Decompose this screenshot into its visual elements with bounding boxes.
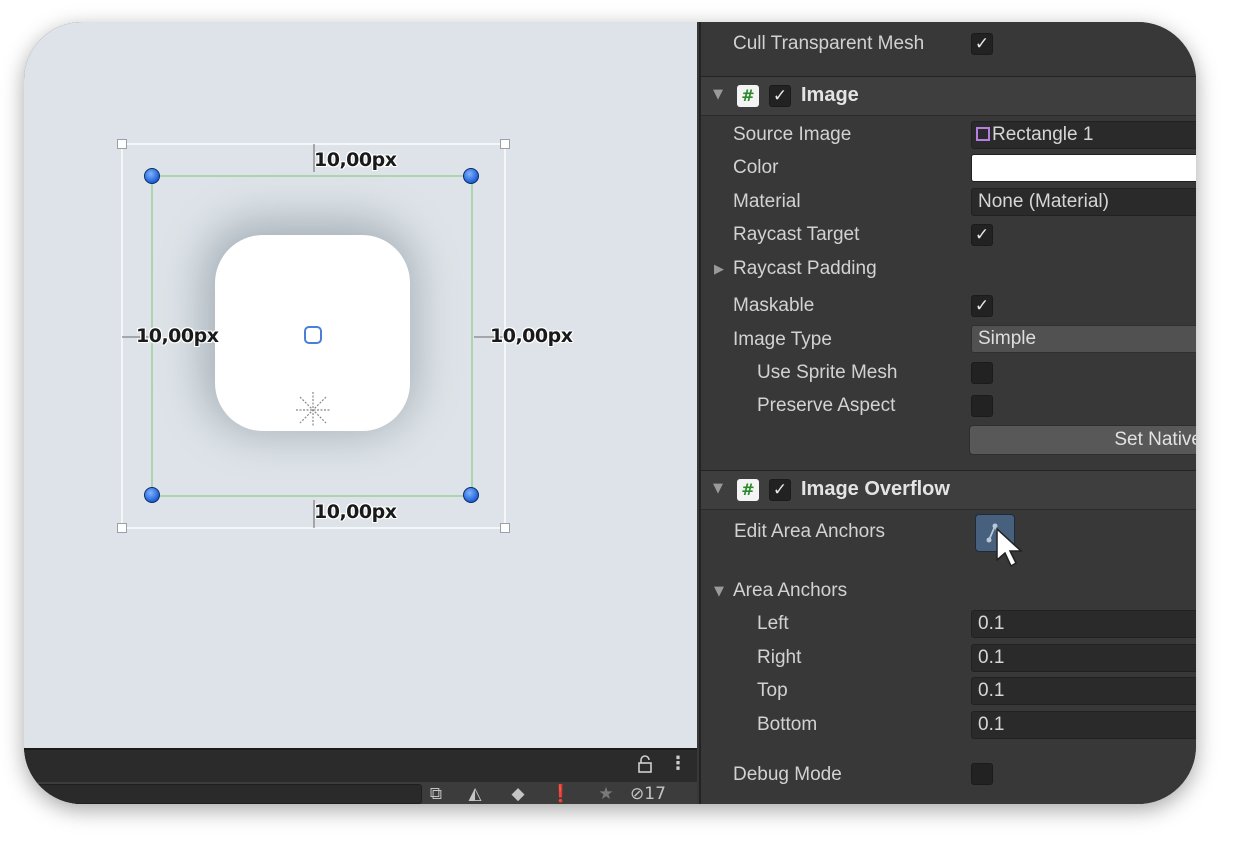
color-label: Color	[733, 157, 779, 178]
source-image-field[interactable]: Rectangle 1	[971, 121, 1196, 149]
script-icon: #	[737, 479, 759, 501]
area-anchor-right-field[interactable]: 0.1	[971, 644, 1196, 672]
use-sprite-mesh-label: Use Sprite Mesh	[757, 362, 898, 383]
area-anchors-label[interactable]: Area Anchors	[733, 580, 847, 602]
kebab-menu-icon[interactable]: ⋮	[669, 754, 687, 776]
search-input[interactable]	[24, 784, 422, 804]
color-swatch[interactable]	[971, 154, 1196, 182]
image-component-header[interactable]: ▼ # ✓ Image	[701, 76, 1196, 116]
maskable-label: Maskable	[733, 295, 815, 316]
foldout-expanded-icon[interactable]: ▼	[713, 87, 723, 102]
material-label: Material	[733, 191, 801, 212]
filter-by-type-icon[interactable]: ◭	[462, 784, 488, 804]
corner-handle-bottom-right[interactable]	[500, 523, 510, 533]
panel-header: ⋮	[24, 748, 697, 782]
lock-icon[interactable]	[638, 755, 652, 773]
debug-mode-label: Debug Mode	[733, 764, 842, 785]
image-overflow-component-header[interactable]: ▼ # ✓ Image Overflow	[701, 470, 1196, 510]
mouse-cursor-icon	[996, 527, 1023, 568]
left-offset-label: 10,00px	[136, 325, 219, 347]
area-anchor-bottom-label: Bottom	[757, 714, 818, 735]
open-external-icon[interactable]: ⧉	[423, 784, 449, 804]
scene-gizmo-lines	[121, 143, 506, 529]
foldout-collapsed-icon[interactable]: ▶	[714, 262, 724, 277]
set-native-size-button[interactable]: Set Native	[969, 425, 1196, 455]
raycast-padding-label[interactable]: Raycast Padding	[733, 258, 877, 280]
log-warning-icon[interactable]: ❗	[548, 784, 574, 804]
corner-handle-top-left[interactable]	[117, 139, 127, 149]
edit-area-anchors-label: Edit Area Anchors	[734, 521, 886, 542]
project-panel-bar: ⋮ ⧉ ◭ ◆ ❗ ★ ⊘17	[24, 748, 697, 804]
anchor-handle-bottom-right[interactable]	[463, 487, 479, 503]
bottom-offset-label: 10,00px	[314, 501, 397, 523]
source-image-label: Source Image	[733, 124, 852, 145]
script-icon: #	[737, 85, 759, 107]
debug-mode-checkbox[interactable]	[971, 763, 993, 785]
image-component-title: Image	[801, 84, 859, 106]
filter-by-label-icon[interactable]: ◆	[505, 784, 531, 804]
preserve-aspect-label: Preserve Aspect	[757, 395, 896, 416]
foldout-expanded-icon[interactable]: ▼	[713, 481, 723, 496]
anchor-handle-bottom-left[interactable]	[144, 487, 160, 503]
right-offset-label: 10,00px	[490, 325, 573, 347]
area-anchor-left-field[interactable]: 0.1	[971, 610, 1196, 638]
hidden-packages-toggle[interactable]: ⊘17	[630, 784, 690, 804]
area-anchor-top-label: Top	[757, 680, 788, 701]
image-enabled-checkbox[interactable]: ✓	[769, 85, 791, 107]
material-field[interactable]: None (Material)	[971, 188, 1196, 216]
cull-transparent-mesh-label: Cull Transparent Mesh	[733, 33, 925, 54]
inspector-panel: Cull Transparent Mesh ✓ ▼ # ✓ Image Sour…	[699, 22, 1196, 804]
top-offset-label: 10,00px	[314, 149, 397, 171]
image-overflow-component-title: Image Overflow	[801, 478, 950, 500]
raycast-target-label: Raycast Target	[733, 224, 860, 245]
image-type-dropdown[interactable]: Simple	[971, 325, 1196, 353]
cull-transparent-mesh-checkbox[interactable]: ✓	[971, 33, 993, 55]
foldout-expanded-icon[interactable]: ▼	[714, 584, 724, 599]
area-anchor-left-label: Left	[757, 613, 789, 634]
hidden-count: 17	[644, 784, 666, 804]
anchor-handle-top-left[interactable]	[144, 168, 160, 184]
anchor-handle-top-right[interactable]	[463, 168, 479, 184]
area-anchor-right-label: Right	[757, 647, 802, 668]
corner-handle-top-right[interactable]	[500, 139, 510, 149]
editor-window: 10,00px 10,00px 10,00px 10,00px ⋮ ⧉ ◭ ◆ …	[24, 22, 1196, 804]
favorite-star-icon[interactable]: ★	[593, 784, 619, 804]
source-image-value: Rectangle 1	[992, 124, 1094, 145]
raycast-target-checkbox[interactable]: ✓	[971, 224, 993, 246]
area-anchor-bottom-field[interactable]: 0.1	[971, 711, 1196, 739]
image-overflow-enabled-checkbox[interactable]: ✓	[769, 479, 791, 501]
scene-view[interactable]: 10,00px 10,00px 10,00px 10,00px	[24, 22, 697, 748]
use-sprite-mesh-checkbox[interactable]	[971, 362, 993, 384]
preserve-aspect-checkbox[interactable]	[971, 395, 993, 417]
pivot-handle	[304, 326, 322, 344]
eye-slash-icon: ⊘	[630, 784, 645, 804]
area-anchor-top-field[interactable]: 0.1	[971, 677, 1196, 705]
corner-handle-bottom-left[interactable]	[117, 523, 127, 533]
sprite-icon	[976, 127, 990, 141]
maskable-checkbox[interactable]: ✓	[971, 295, 993, 317]
image-type-label: Image Type	[733, 329, 832, 350]
